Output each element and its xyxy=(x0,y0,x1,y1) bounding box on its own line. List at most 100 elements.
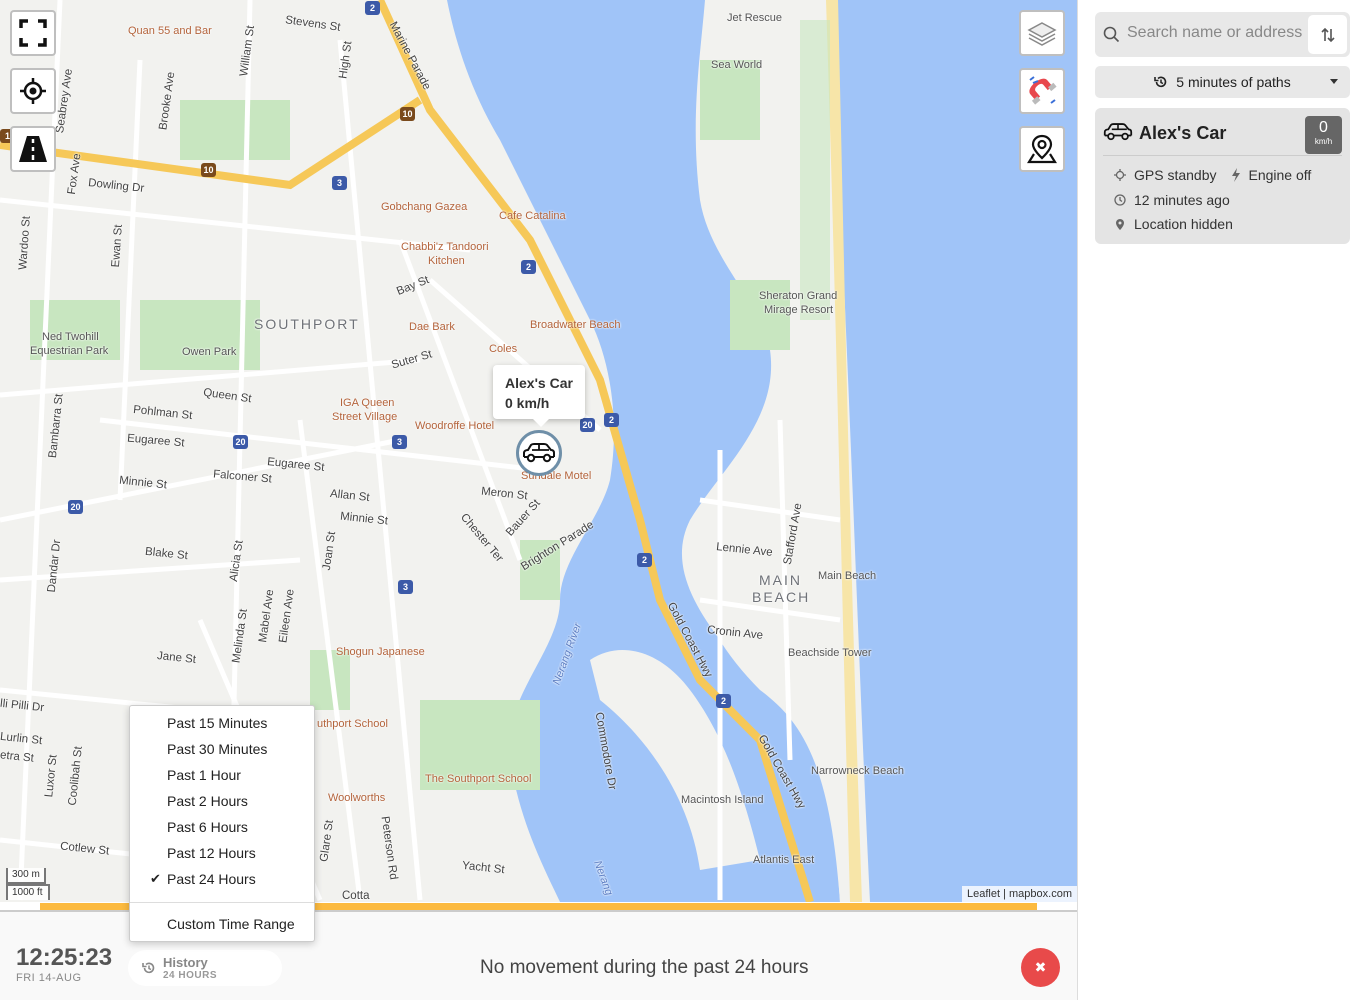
leaflet-link[interactable]: Leaflet xyxy=(967,888,1000,900)
search-box xyxy=(1095,12,1350,57)
poi-label: Gobchang Gazea xyxy=(381,201,468,213)
suburb-label: SOUTHPORT xyxy=(254,316,360,332)
history-icon xyxy=(1154,76,1167,88)
scale-metric: 300 m xyxy=(6,868,46,884)
vehicle-card[interactable]: Alex's Car 0 km/h GPS standby Engine off… xyxy=(1095,108,1350,244)
vehicle-panel: 5 minutes of paths Alex's Car 0 km/h GPS… xyxy=(1077,0,1365,1000)
speed-unit: km/h xyxy=(1314,137,1333,146)
menu-item-past-2-hours[interactable]: Past 2 Hours xyxy=(130,788,314,814)
poi-label: Chabbi'z Tandoori xyxy=(401,241,489,253)
menu-item-label: Past 1 Hour xyxy=(167,767,241,783)
map-pin-icon xyxy=(1027,134,1057,164)
popup-vehicle-name: Alex's Car xyxy=(505,375,573,391)
suburb-label: MAIN xyxy=(759,572,802,588)
last-seen: 12 minutes ago xyxy=(1134,192,1230,208)
layers-button[interactable] xyxy=(1019,10,1065,56)
poi-label: Cafe Catalina xyxy=(499,210,566,222)
car-icon xyxy=(1103,123,1133,141)
history-range: 24 HOURS xyxy=(163,970,218,981)
road-icon xyxy=(19,136,47,162)
scale-imperial: 1000 ft xyxy=(6,884,50,900)
poi-label: Broadwater Beach xyxy=(530,319,621,331)
vehicle-name: Alex's Car xyxy=(1139,123,1227,143)
menu-item-label: Past 12 Hours xyxy=(167,845,256,861)
poi-label: Ned Twohill xyxy=(42,331,99,343)
poi-label: Sea World xyxy=(711,59,763,71)
poi-label: Atlantis East xyxy=(753,854,815,866)
search-icon xyxy=(1103,26,1120,43)
road-label: Cotta xyxy=(342,890,370,902)
poi-label: Macintosh Island xyxy=(681,794,764,806)
map-scale: 300 m 1000 ft xyxy=(6,868,50,900)
poi-label: Coles xyxy=(489,343,518,355)
route-shield: 3 xyxy=(398,580,413,594)
sort-button[interactable] xyxy=(1308,15,1347,54)
gps-status-row: GPS standby Engine off xyxy=(1114,167,1311,183)
geofence-button[interactable] xyxy=(1019,126,1065,172)
close-history-button[interactable]: ✖ xyxy=(1021,948,1060,987)
route-shield: 2 xyxy=(521,260,536,274)
fullscreen-button[interactable] xyxy=(10,10,56,56)
engine-status: Engine off xyxy=(1248,167,1312,183)
poi-label: Woodroffe Hotel xyxy=(415,420,495,432)
location-row: Location hidden xyxy=(1114,216,1233,232)
popup-vehicle-speed: 0 km/h xyxy=(505,395,550,411)
poi-label: Equestrian Park xyxy=(30,345,109,357)
menu-item-label: Past 6 Hours xyxy=(167,819,248,835)
menu-item-custom-range[interactable]: Custom Time Range xyxy=(130,911,314,937)
suburb-label: BEACH xyxy=(752,589,811,605)
poi-label: Shogun Japanese xyxy=(336,646,425,658)
menu-item-past-15-minutes[interactable]: Past 15 Minutes xyxy=(130,710,314,736)
gps-icon xyxy=(1114,169,1126,181)
menu-item-past-12-hours[interactable]: Past 12 Hours xyxy=(130,840,314,866)
current-time: 12:25:23 xyxy=(16,944,113,971)
route-shield: 20 xyxy=(580,418,595,432)
menu-divider xyxy=(130,902,314,903)
chevron-down-icon xyxy=(1330,79,1338,84)
attribution-separator: | xyxy=(1000,888,1010,900)
route-shield: 3 xyxy=(332,176,347,190)
lightning-icon xyxy=(1231,168,1240,182)
snap-to-road-button[interactable] xyxy=(1019,68,1065,114)
route-shield: 2 xyxy=(716,694,731,708)
path-duration-select[interactable]: 5 minutes of paths xyxy=(1095,66,1350,98)
route-shield: 10 xyxy=(201,163,216,177)
vehicle-marker[interactable] xyxy=(516,430,562,476)
crosshair-icon xyxy=(20,78,46,104)
speed-badge: 0 km/h xyxy=(1305,116,1342,154)
menu-item-label: Past 24 Hours xyxy=(167,871,256,887)
locate-button[interactable] xyxy=(10,68,56,114)
poi-label: Kitchen xyxy=(428,255,465,267)
route-shield: 10 xyxy=(400,107,415,121)
route-shield: 2 xyxy=(365,1,380,15)
history-button[interactable]: History 24 HOURS xyxy=(128,950,282,986)
route-shield: 2 xyxy=(637,553,652,567)
clock-icon xyxy=(1114,194,1126,206)
checkmark-icon: ✔ xyxy=(150,871,161,886)
menu-item-past-24-hours[interactable]: ✔ Past 24 Hours xyxy=(130,866,314,892)
mapbox-link[interactable]: mapbox.com xyxy=(1009,888,1072,900)
speed-value: 0 xyxy=(1319,119,1328,136)
magnet-icon xyxy=(1029,76,1057,105)
menu-item-label: Past 15 Minutes xyxy=(167,715,268,731)
search-input[interactable] xyxy=(1127,24,1305,42)
current-date: FRI 14-AUG xyxy=(16,972,82,984)
menu-item-past-6-hours[interactable]: Past 6 Hours xyxy=(130,814,314,840)
poi-label: Mirage Resort xyxy=(764,304,834,316)
history-range-menu: Past 15 Minutes Past 30 Minutes Past 1 H… xyxy=(129,705,315,942)
poi-label: Main Beach xyxy=(818,570,877,582)
menu-item-label: Custom Time Range xyxy=(167,916,295,932)
gps-status: GPS standby xyxy=(1134,167,1217,183)
path-duration-label: 5 minutes of paths xyxy=(1176,74,1291,90)
sort-arrows-icon xyxy=(1320,27,1335,42)
route-shield: 2 xyxy=(604,413,619,427)
vehicle-popup[interactable]: Alex's Car 0 km/h xyxy=(493,365,585,427)
history-icon xyxy=(142,962,155,974)
menu-item-label: Past 2 Hours xyxy=(167,793,248,809)
menu-item-past-1-hour[interactable]: Past 1 Hour xyxy=(130,762,314,788)
history-title: History xyxy=(163,955,208,970)
traffic-button[interactable] xyxy=(10,126,56,172)
last-seen-row: 12 minutes ago xyxy=(1114,192,1230,208)
menu-item-past-30-minutes[interactable]: Past 30 Minutes xyxy=(130,736,314,762)
close-icon: ✖ xyxy=(1034,959,1047,975)
